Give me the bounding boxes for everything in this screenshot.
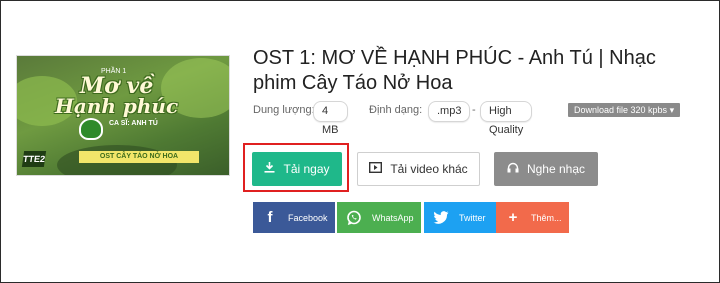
format-value: .mp3	[428, 101, 471, 122]
download-quality-select[interactable]: Download file 320 kpbs ▾	[568, 103, 681, 117]
thumbnail-title-line2: Hạnh phúc	[55, 94, 179, 118]
size-value: 4 MB	[313, 101, 348, 136]
share-whatsapp-button[interactable]: WhatsApp	[337, 202, 421, 233]
download-icon	[264, 162, 275, 176]
share-twitter-label: Twitter	[459, 212, 486, 223]
meta-separator: -	[472, 104, 476, 116]
download-quality-label: Download file 320 kpbs	[574, 105, 668, 115]
share-facebook-button[interactable]: f Facebook	[253, 202, 335, 233]
share-whatsapp-label: WhatsApp	[372, 212, 414, 223]
caret-down-icon: ▾	[669, 105, 675, 115]
size-label: Dung lượng:	[253, 104, 315, 116]
frog-mascot-icon	[79, 118, 103, 140]
share-twitter-button[interactable]: Twitter	[424, 202, 507, 233]
thumbnail-band: OST CÂY TÁO NỞ HOA	[79, 151, 199, 163]
plus-icon: +	[508, 209, 518, 226]
song-thumbnail[interactable]: PHẦN 1 Mơ về Hạnh phúc CA SĨ: ANH TÚ OST…	[16, 55, 230, 176]
share-facebook-label: Facebook	[288, 212, 328, 223]
headphones-icon	[507, 162, 519, 176]
share-more-button[interactable]: + Thêm...	[496, 202, 569, 233]
twitter-icon	[430, 207, 452, 229]
thumbnail-singer: CA SĨ: ANH TÚ	[109, 120, 158, 127]
video-icon	[369, 161, 383, 176]
format-label: Định dạng:	[369, 104, 423, 116]
download-other-video-label: Tải video khác	[390, 162, 468, 176]
channel-logo: TTE2	[21, 151, 47, 167]
listen-music-label: Nghe nhạc	[526, 162, 586, 176]
thumbnail-title-art: Mơ về Hạnh phúc	[55, 75, 179, 118]
quality-value: High Quality	[480, 101, 533, 136]
download-now-label: Tải ngay	[283, 162, 330, 176]
whatsapp-icon	[343, 207, 365, 229]
song-title: OST 1: MƠ VỀ HẠNH PHÚC - Anh Tú | Nhạc p…	[253, 47, 656, 94]
download-other-video-button[interactable]: Tải video khác	[357, 152, 480, 186]
download-now-button[interactable]: Tải ngay	[252, 152, 342, 186]
facebook-icon: f	[267, 209, 273, 226]
listen-music-button[interactable]: Nghe nhạc	[494, 152, 598, 186]
share-more-label: Thêm...	[531, 212, 562, 223]
